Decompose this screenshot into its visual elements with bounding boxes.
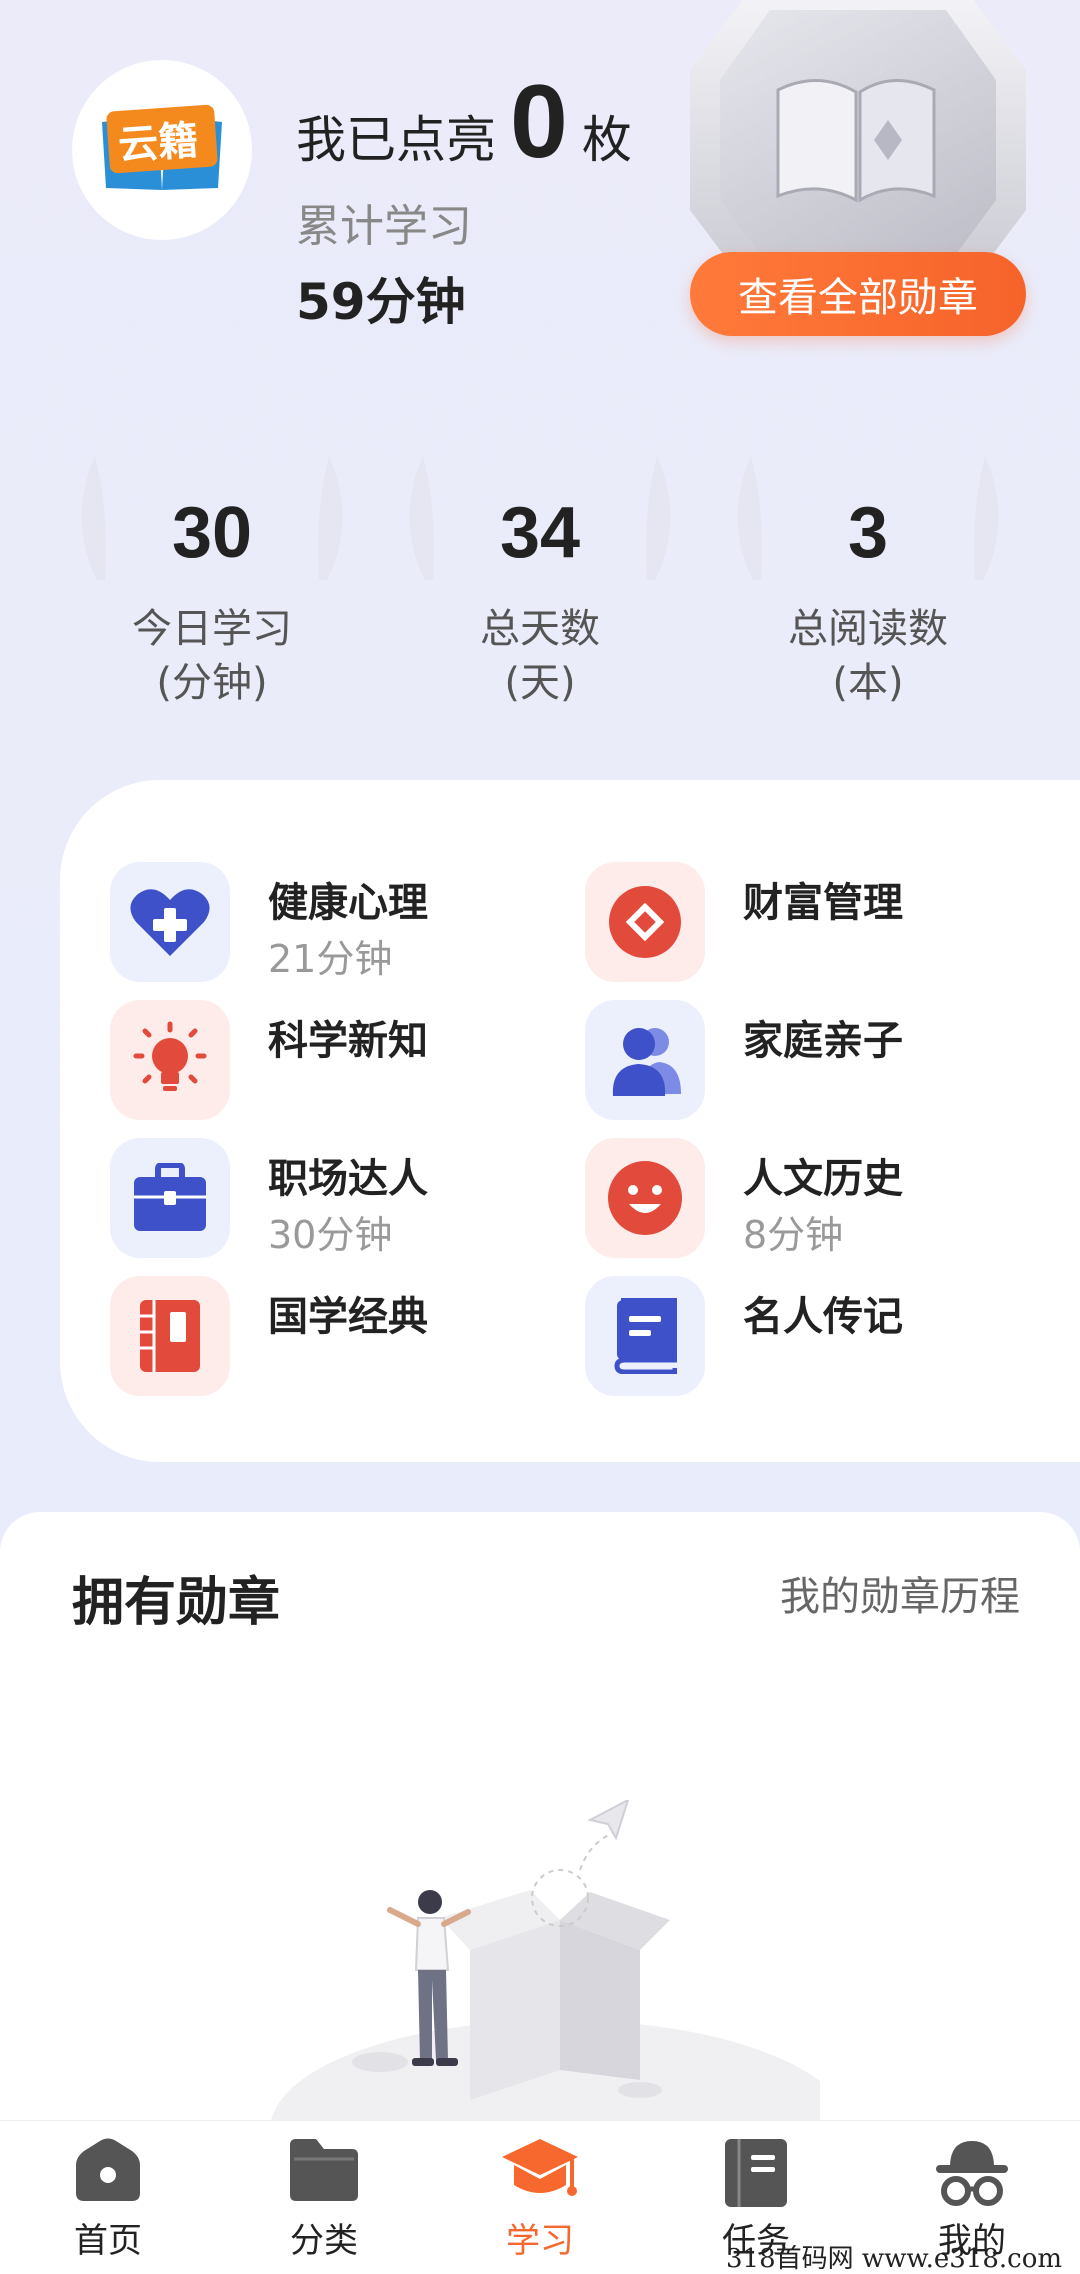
svg-text:云籍: 云籍 [117,118,200,169]
stat-today-study: 30 今日学习 (分钟) [47,450,377,706]
stat-total-days: 34 总天数 (天) [375,450,705,706]
category-title: 职场达人 [268,1156,428,1202]
category-workplace[interactable]: 职场达人 30分钟 [110,1138,580,1262]
category-icon-bg [585,862,705,982]
nav-label: 学习 [506,2221,574,2261]
smile-face-icon [608,1161,682,1235]
nav-category[interactable]: 分类 [216,2121,432,2274]
home-icon [76,2138,140,2201]
category-title: 科学新知 [268,1018,428,1064]
cumulative-study-label: 累计学习 [296,201,472,252]
category-humanities-history[interactable]: 人文历史 8分钟 [585,1138,1055,1262]
coin-icon [609,886,681,958]
lit-count: 0 [510,64,568,180]
graduation-cap-icon [502,2139,578,2196]
stat-unit: (天) [504,660,576,706]
view-all-badges-button[interactable]: 查看全部勋章 [690,252,1026,336]
lit-prefix: 我已点亮 [296,111,496,169]
category-icon-bg [585,1138,705,1258]
stat-total-reads: 3 总阅读数 (本) [703,450,1033,706]
category-icon-bg [110,1276,230,1396]
stat-unit: (本) [832,660,904,706]
category-study-time: 8分钟 [743,1213,844,1257]
category-study-time: 21分钟 [268,937,393,981]
category-title: 健康心理 [268,880,428,926]
watermark-text: 318首码网 www.e318.com [726,2244,1062,2274]
category-study-time: 30分钟 [268,1213,393,1257]
empty-state-illustration [270,1800,820,2130]
family-icon [612,1028,681,1096]
category-title: 财富管理 [743,880,903,926]
category-icon-bg [585,1276,705,1396]
nav-label: 首页 [74,2221,142,2261]
category-science[interactable]: 科学新知 [110,1000,580,1124]
category-icon-bg [110,1138,230,1258]
lightbulb-icon [133,1021,207,1091]
profile-glasses-icon [936,2141,1008,2206]
heart-plus-icon [130,889,210,956]
category-health-psychology[interactable]: 健康心理 21分钟 [110,862,580,986]
stat-label: 总天数 [480,606,600,652]
app-logo: 云籍 [72,60,252,240]
owned-badges-title: 拥有勋章 [72,1573,281,1633]
stat-label: 总阅读数 [788,606,948,652]
task-book-icon [725,2139,787,2207]
nav-study[interactable]: 学习 [432,2121,648,2274]
stat-value: 30 [171,493,253,573]
category-chinese-classics[interactable]: 国学经典 [110,1276,580,1400]
category-icon-bg [110,862,230,982]
category-title: 人文历史 [743,1156,903,1202]
badge-history-link[interactable]: 我的勋章历程 [780,1564,1020,1622]
category-icon-bg [110,1000,230,1120]
category-title: 国学经典 [268,1294,428,1340]
category-biography[interactable]: 名人传记 [585,1276,1055,1400]
cumulative-study-value: 59分钟 [296,273,466,331]
classic-book-icon [140,1300,200,1372]
nav-home[interactable]: 首页 [0,2121,216,2274]
stat-value: 34 [499,493,581,573]
category-icon-bg [585,1000,705,1120]
category-title: 名人传记 [743,1294,903,1340]
stat-value: 3 [847,493,889,573]
lit-suffix: 枚 [581,111,632,169]
category-family-parenting[interactable]: 家庭亲子 [585,1000,1055,1124]
folder-icon [290,2139,358,2201]
lit-badges-headline: 我已点亮 0 枚 [296,70,632,174]
stat-label: 今日学习 [132,606,292,652]
category-wealth-management[interactable]: 财富管理 [585,862,1055,986]
nav-label: 分类 [290,2221,358,2261]
category-title: 家庭亲子 [743,1018,903,1064]
stat-unit: (分钟) [156,660,268,706]
yunji-logo-icon: 云籍 [102,104,222,190]
biography-book-icon [614,1298,677,1374]
briefcase-icon [134,1163,206,1231]
